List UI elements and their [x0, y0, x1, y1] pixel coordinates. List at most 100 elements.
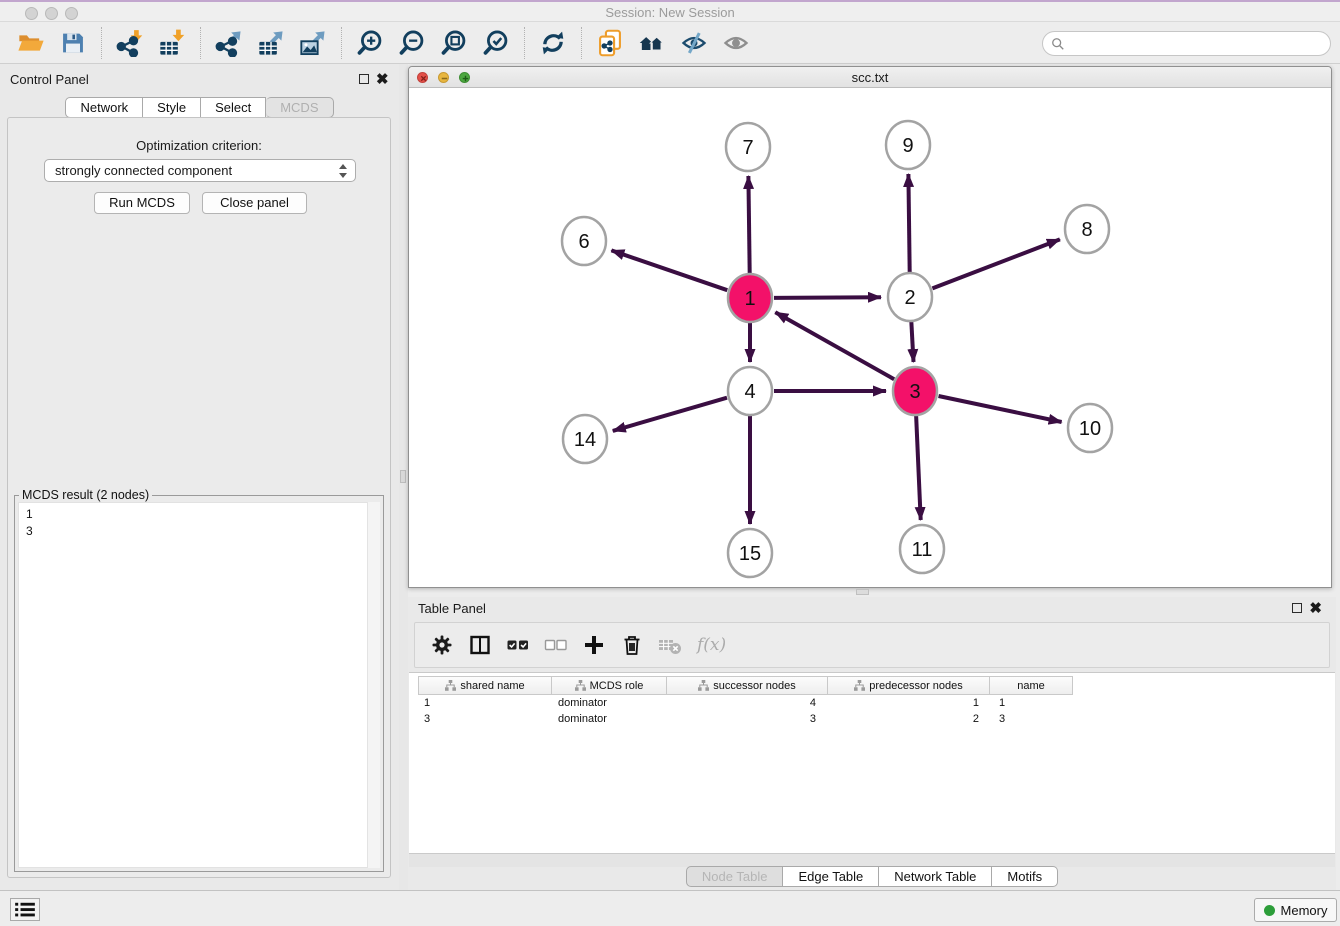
clone-network-button[interactable]: [595, 28, 625, 58]
table-tab-network-table[interactable]: Network Table: [879, 866, 992, 887]
graph-node-label-14: 14: [574, 429, 596, 451]
import-table-button[interactable]: [157, 28, 187, 58]
graph-node-label-15: 15: [739, 543, 761, 565]
table-cell-shared-name[interactable]: 1: [418, 695, 552, 711]
import-network-button[interactable]: [115, 28, 145, 58]
graph-edge-3-1[interactable]: [775, 312, 894, 379]
column-header-successor-nodes[interactable]: successor nodes: [666, 676, 828, 695]
horizontal-splitter-handle[interactable]: [856, 589, 869, 595]
show-columns-button[interactable]: [467, 632, 493, 658]
table-cell-name[interactable]: 3: [993, 711, 1077, 727]
column-header-label: MCDS role: [590, 680, 644, 692]
result-scrollbar[interactable]: [367, 502, 380, 868]
zoom-in-button[interactable]: [355, 28, 385, 58]
table-cell-successor-nodes[interactable]: 4: [668, 695, 830, 711]
unselect-all-columns-button[interactable]: [543, 632, 569, 658]
delete-columns-button[interactable]: [619, 632, 645, 658]
zoom-selected-button[interactable]: [481, 28, 511, 58]
network-canvas[interactable]: 7968124314101511: [409, 88, 1331, 587]
search-box[interactable]: [1042, 31, 1331, 56]
select-all-columns-button[interactable]: [505, 632, 531, 658]
graph-edge-3-11[interactable]: [916, 415, 921, 520]
search-input[interactable]: [1065, 34, 1330, 54]
table-tab-motifs[interactable]: Motifs: [992, 866, 1058, 887]
close-panel-button[interactable]: Close panel: [202, 192, 307, 214]
open-session-button[interactable]: [16, 28, 46, 58]
control-panel-tabbar: NetworkStyleSelectMCDS: [0, 97, 399, 118]
save-icon: [59, 29, 87, 57]
criterion-select[interactable]: strongly connected component: [44, 159, 356, 182]
table-cell-shared-name[interactable]: 3: [418, 711, 552, 727]
network-window-titlebar[interactable]: scc.txt: [409, 67, 1331, 88]
tab-select[interactable]: Select: [201, 97, 266, 118]
column-header-shared-name[interactable]: shared name: [418, 676, 552, 695]
column-header-predecessor-nodes[interactable]: predecessor nodes: [827, 676, 990, 695]
splitter-handle[interactable]: [400, 470, 406, 483]
delete-table-button[interactable]: [657, 632, 683, 658]
run-mcds-button[interactable]: Run MCDS: [94, 192, 190, 214]
save-session-button[interactable]: [58, 28, 88, 58]
export-image-button[interactable]: [298, 28, 328, 58]
export-table-button[interactable]: [256, 28, 286, 58]
tab-network[interactable]: Network: [65, 97, 143, 118]
memory-button[interactable]: Memory: [1254, 898, 1337, 922]
float-table-panel-icon[interactable]: [1292, 603, 1302, 613]
graph-edge-3-10[interactable]: [939, 396, 1062, 422]
graph-edge-2-3[interactable]: [911, 321, 913, 362]
function-builder-button[interactable]: f(x): [697, 635, 726, 655]
table-cell-name[interactable]: 1: [993, 695, 1077, 711]
application-window: Session: New Session: [0, 0, 1340, 926]
tab-style[interactable]: Style: [143, 97, 201, 118]
table-tab-node-table[interactable]: Node Table: [686, 866, 784, 887]
table-cell-predecessor-nodes[interactable]: 1: [830, 695, 993, 711]
graph-node-label-11: 11: [912, 539, 933, 561]
mcds-result-box: MCDS result (2 nodes) 13: [14, 495, 384, 872]
table-tab-edge-table[interactable]: Edge Table: [783, 866, 879, 887]
memory-status-dot: [1264, 905, 1275, 916]
table-row[interactable]: 1dominator411: [418, 695, 1335, 711]
titlebar: Session: New Session: [0, 0, 1340, 22]
add-column-button[interactable]: [581, 632, 607, 658]
tab-mcds[interactable]: MCDS: [266, 97, 333, 118]
hide-selected-button[interactable]: [679, 28, 709, 58]
table-cell-mcds-role[interactable]: dominator: [552, 695, 668, 711]
control-panel: Control Panel ✖ NetworkStyleSelectMCDS O…: [0, 64, 399, 890]
table-settings-button[interactable]: [429, 632, 455, 658]
open-folder-icon: [17, 29, 45, 57]
zoom-out-button[interactable]: [397, 28, 427, 58]
table-cell-successor-nodes[interactable]: 3: [668, 711, 830, 727]
export-network-button[interactable]: [214, 28, 244, 58]
graph-edge-2-8[interactable]: [932, 239, 1060, 288]
column-header-name[interactable]: name: [989, 676, 1073, 695]
toolbar-separator: [341, 27, 342, 59]
show-all-button[interactable]: [721, 28, 751, 58]
dropdown-arrows-icon: [338, 164, 348, 178]
zoom-in-icon: [356, 29, 384, 57]
panel-splitter[interactable]: [399, 64, 408, 890]
table-delete-icon: [658, 633, 682, 657]
graph-edge-2-9[interactable]: [908, 174, 909, 273]
graph-edge-4-14[interactable]: [613, 398, 727, 431]
criterion-label: Optimization criterion:: [8, 138, 390, 153]
graph-edge-1-2[interactable]: [774, 297, 881, 298]
close-table-panel-icon[interactable]: ✖: [1309, 603, 1322, 615]
zoom-fit-button[interactable]: [439, 28, 469, 58]
column-header-label: successor nodes: [713, 680, 796, 692]
table-cell-mcds-role[interactable]: dominator: [552, 711, 668, 727]
table-cell-predecessor-nodes[interactable]: 2: [830, 711, 993, 727]
network-graph[interactable]: 7968124314101511: [409, 88, 1331, 587]
table-row[interactable]: 3dominator323: [418, 711, 1335, 727]
graph-edge-1-7[interactable]: [748, 176, 749, 274]
column-header-label: name: [1017, 680, 1045, 692]
refresh-layout-button[interactable]: [538, 28, 568, 58]
table-body: 1dominator4113dominator323: [418, 695, 1335, 727]
toolbar-separator: [524, 27, 525, 59]
graph-edge-1-6[interactable]: [611, 250, 727, 290]
task-history-button[interactable]: [10, 898, 40, 921]
float-panel-icon[interactable]: [359, 74, 369, 84]
column-header-mcds-role[interactable]: MCDS role: [551, 676, 667, 695]
table-scroll-strip[interactable]: [409, 853, 1335, 867]
zoom-out-icon: [398, 29, 426, 57]
close-panel-icon[interactable]: ✖: [376, 74, 389, 86]
manage-networks-button[interactable]: [637, 28, 667, 58]
